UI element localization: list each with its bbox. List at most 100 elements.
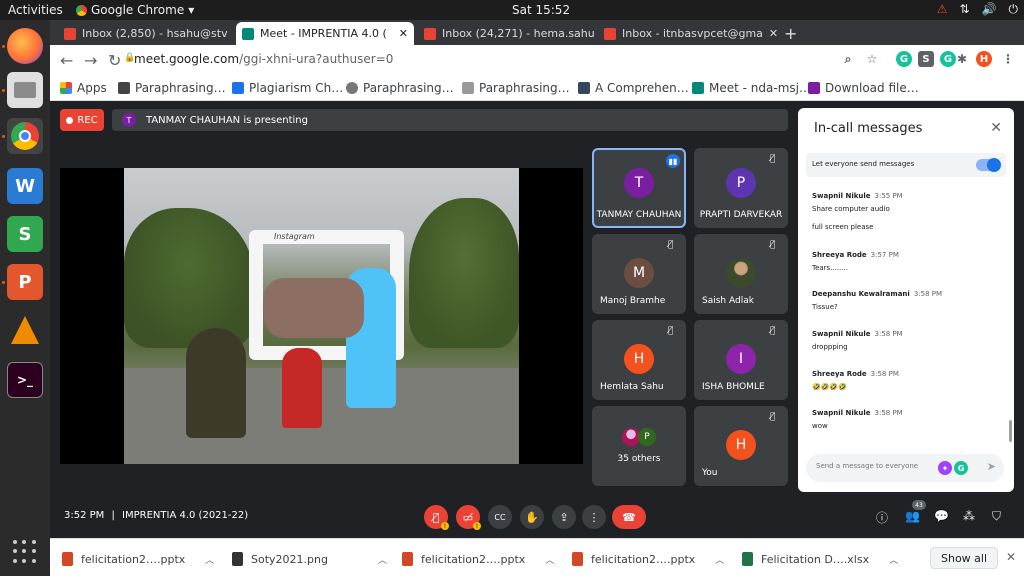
download-item[interactable]: Soty2021.png ︿	[232, 549, 387, 569]
tab-meet-imprentia[interactable]: Meet - IMPRENTIA 4.0 ( ✕	[236, 22, 414, 45]
tab-inbox-hsahu[interactable]: Inbox (2,850) - hsahu@stv ✕	[58, 22, 232, 45]
presentation-stage[interactable]: Instagram	[60, 168, 583, 464]
app-menu[interactable]: Google Chrome ▾	[76, 3, 194, 17]
mic-toggle-button[interactable]: 🎙̸!	[424, 505, 449, 530]
captions-button[interactable]: CC	[488, 505, 512, 529]
power-icon[interactable]: ⏻	[1009, 2, 1019, 17]
star-icon[interactable]: ☆	[864, 51, 880, 67]
people-icon[interactable]: 👥	[905, 509, 920, 523]
mic-off-icon: 🎙̸	[770, 240, 776, 250]
volume-icon[interactable]: 🔊	[982, 2, 997, 17]
leave-call-button[interactable]: ☎	[612, 505, 646, 529]
system-tray[interactable]: ⚠ ⇅ 🔊 ⏻	[937, 2, 1018, 17]
mic-off-icon: 🎙̸	[668, 326, 674, 336]
present-button[interactable]: ⇪	[552, 505, 576, 529]
info-icon[interactable]: ⓘ	[876, 509, 888, 526]
grammarly-icon[interactable]: G	[896, 51, 912, 67]
chevron-up-icon[interactable]: ︿	[378, 553, 387, 566]
terminal-icon[interactable]: >_	[7, 362, 43, 398]
network-icon[interactable]: ⇅	[959, 2, 969, 17]
close-icon[interactable]: ✕	[1006, 550, 1016, 564]
activities-button[interactable]: Activities	[8, 3, 63, 17]
close-icon[interactable]: ✕	[769, 27, 778, 40]
apps-grid-icon	[60, 82, 72, 94]
bookmark-meet-nda[interactable]: Meet - nda-msj…	[692, 81, 811, 95]
toggle-label: Let everyone send messages	[812, 160, 915, 168]
tab-inbox-hema[interactable]: Inbox (24,271) - hema.sahu ✕	[418, 22, 594, 45]
avatar-photo	[726, 258, 756, 288]
extension-icon[interactable]: ✦	[938, 461, 952, 475]
participant-tile-you[interactable]: 🎙̸ H You	[694, 406, 788, 486]
participant-tile-others[interactable]: P 35 others	[592, 406, 686, 486]
bookmark-download-file[interactable]: Download file…	[808, 81, 919, 95]
alert-icon: !	[473, 522, 481, 530]
close-icon[interactable]: ✕	[990, 120, 1002, 136]
chevron-up-icon[interactable]: ︿	[545, 553, 554, 566]
show-all-button[interactable]: Show all	[930, 547, 998, 569]
chevron-up-icon[interactable]: ︿	[889, 553, 898, 566]
download-item[interactable]: felicitation2….pptx ︿	[62, 549, 214, 569]
warning-icon[interactable]: ⚠	[937, 2, 948, 17]
meeting-time: 3:52 PM	[64, 510, 105, 521]
participant-tile-tanmay[interactable]: ▮▮ T TANMAY CHAUHAN	[592, 148, 686, 228]
participant-tile-saish[interactable]: 🎙̸ Saish Adlak	[694, 234, 788, 314]
quill-icon	[462, 82, 474, 94]
profile-avatar[interactable]: H	[976, 51, 992, 67]
send-icon[interactable]: ➤	[987, 460, 996, 473]
chat-icon[interactable]: 💬	[934, 509, 949, 523]
impress-icon[interactable]: P	[7, 264, 43, 300]
paraphrasing-icon	[346, 82, 358, 94]
mic-off-icon: 🎙̸	[770, 154, 776, 164]
send-permission-toggle[interactable]	[976, 158, 1001, 172]
download-item[interactable]: Felicitation D….xlsx ︿	[742, 549, 898, 569]
activities-icon[interactable]: ⁂	[963, 509, 975, 523]
vlc-icon[interactable]	[7, 312, 43, 348]
menu-dots-icon[interactable]: ⋮	[1000, 51, 1016, 67]
firefox-icon[interactable]	[7, 28, 43, 64]
participant-tile-prapti[interactable]: 🎙̸ P PRAPTI DARVEKAR	[694, 148, 788, 228]
grammarly-icon[interactable]: G	[954, 461, 968, 475]
presenting-text: TANMAY CHAUHAN is presenting	[146, 114, 308, 126]
back-arrow-icon[interactable]: ←	[60, 51, 73, 70]
files-icon[interactable]	[7, 72, 43, 108]
more-options-button[interactable]: ⋮	[582, 505, 606, 529]
participant-name: Hemlata Sahu	[600, 382, 664, 392]
close-icon[interactable]: ✕	[399, 27, 408, 40]
show-apps-icon[interactable]	[13, 540, 37, 564]
bookmark-plagiarism[interactable]: Plagiarism Ch…	[232, 81, 343, 95]
chevron-up-icon[interactable]: ︿	[205, 553, 214, 566]
tab-inbox-itnbasvpcet[interactable]: Inbox - itnbasvpcet@gma ✕	[598, 22, 778, 45]
bookmark-comprehensive[interactable]: A Comprehen…	[578, 81, 689, 95]
chat-scrollbar[interactable]	[1009, 420, 1012, 442]
participant-tile-hemlata[interactable]: 🎙̸ H Hemlata Sahu	[592, 320, 686, 400]
download-item[interactable]: felicitation2….pptx ︿	[402, 549, 554, 569]
forward-arrow-icon[interactable]: →	[84, 51, 97, 70]
chrome-dock-icon[interactable]	[7, 118, 43, 154]
clock[interactable]: Sat 15:52	[512, 3, 570, 17]
bookmark-paraphrasing-2[interactable]: Paraphrasing…	[346, 81, 454, 95]
chevron-up-icon[interactable]: ︿	[715, 553, 724, 566]
participant-tile-isha[interactable]: 🎙̸ I ISHA BHOMLE	[694, 320, 788, 400]
new-tab-button[interactable]: +	[784, 24, 797, 43]
calc-icon[interactable]: S	[7, 216, 43, 252]
address-bar[interactable]: meet.google.com/ggi-xhni-ura?authuser=0	[134, 52, 393, 66]
recording-badge[interactable]: REC	[60, 109, 104, 131]
zoom-icon[interactable]: ⌕	[840, 51, 856, 67]
bookmark-paraphrasing-1[interactable]: Paraphrasing…	[118, 81, 226, 95]
tab-label: Inbox (2,850) - hsahu@stv	[82, 27, 228, 40]
call-controls-bar: 3:52 PM | IMPRENTIA 4.0 (2021-22) 🎙̸! ▭̸…	[50, 496, 1024, 538]
message-input[interactable]	[816, 462, 936, 470]
avatar: M	[624, 258, 654, 288]
raise-hand-button[interactable]: ✋	[520, 505, 544, 529]
presented-photo: Instagram	[124, 168, 519, 464]
bookmark-apps[interactable]: Apps	[60, 81, 107, 95]
host-controls-icon[interactable]: ⛉	[992, 509, 1001, 524]
extension-icon[interactable]: S	[918, 51, 934, 67]
bookmark-paraphrasing-3[interactable]: Paraphrasing…	[462, 81, 570, 95]
puzzle-icon[interactable]: ✱	[954, 51, 970, 67]
participant-tile-manoj[interactable]: 🎙̸ M Manoj Bramhe	[592, 234, 686, 314]
writer-icon[interactable]: W	[7, 168, 43, 204]
camera-toggle-button[interactable]: ▭̸!	[456, 505, 481, 530]
download-item[interactable]: felicitation2….pptx ︿	[572, 549, 724, 569]
reload-icon[interactable]: ↻	[108, 51, 121, 70]
